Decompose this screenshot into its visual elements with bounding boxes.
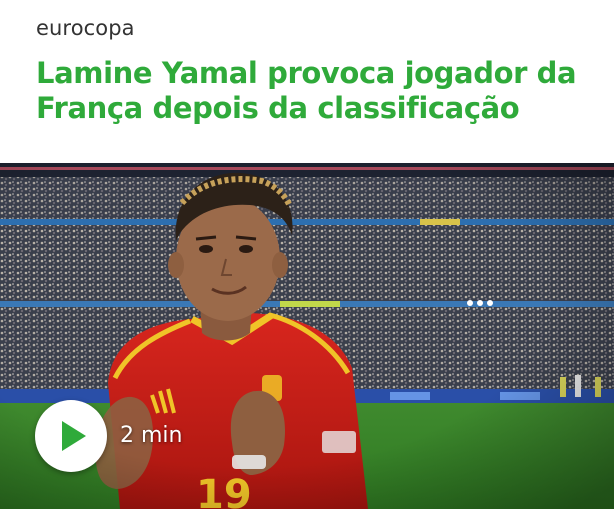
section-label[interactable]: eurocopa: [36, 16, 135, 40]
news-card[interactable]: eurocopa Lamine Yamal provoca jogador da…: [0, 0, 614, 524]
play-button[interactable]: [35, 400, 107, 472]
play-icon: [62, 421, 86, 451]
headline[interactable]: Lamine Yamal provoca jogador da França d…: [36, 56, 596, 126]
video-duration: 2 min: [120, 423, 183, 448]
